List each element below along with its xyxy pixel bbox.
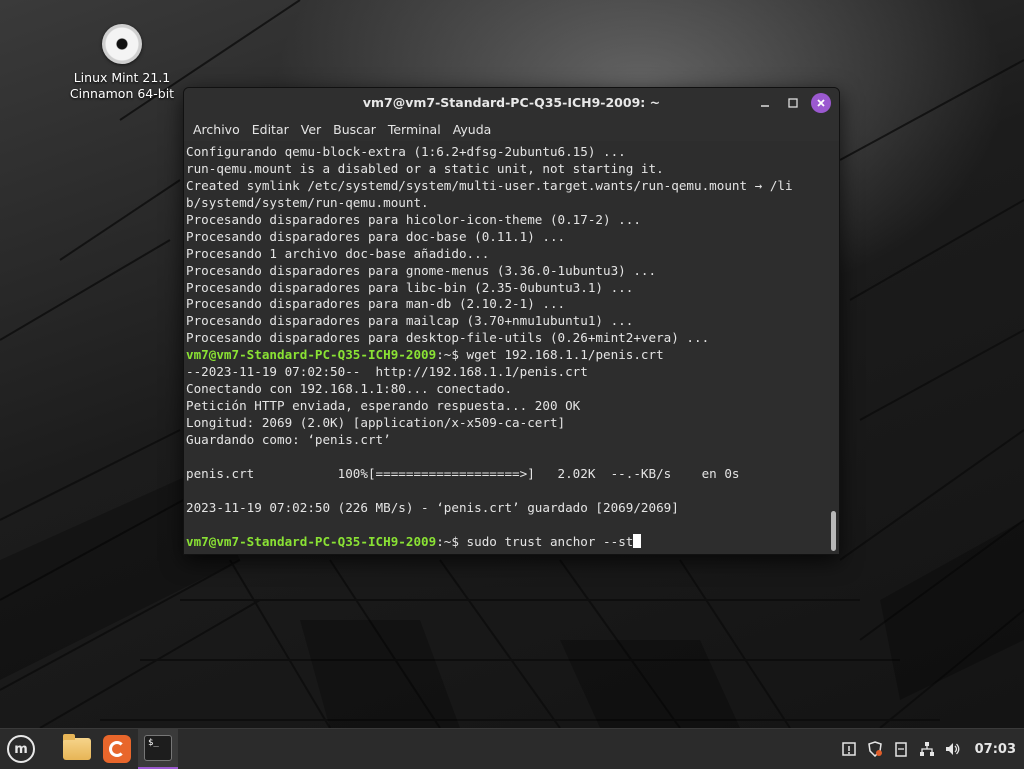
clipboard-icon[interactable] [891, 739, 911, 759]
files-launcher[interactable] [60, 732, 94, 766]
shell-prompt: vm7@vm7-Standard-PC-Q35-ICH9-2009 [186, 347, 437, 363]
terminal-line: Procesando disparadores para gnome-menus… [186, 262, 657, 278]
firefox-launcher[interactable] [100, 732, 134, 766]
terminal-line: Created symlink /etc/systemd/system/mult… [186, 177, 793, 193]
text-cursor [633, 533, 642, 548]
clock[interactable]: 07:03 [975, 742, 1016, 757]
terminal-line: Configurando qemu-block-extra (1:6.2+dfs… [186, 144, 626, 159]
update-shield-icon[interactable] [865, 739, 885, 759]
terminal-line: run-qemu.mount is a disabled or a static… [186, 160, 664, 176]
terminal-line: Procesando disparadores para libc-bin (2… [186, 279, 634, 295]
menu-bar: Archivo Editar Ver Buscar Terminal Ayuda [184, 117, 839, 141]
terminal-line: Procesando disparadores para doc-base (0… [186, 228, 566, 244]
terminal-line: b/systemd/system/run-qemu.mount. [186, 194, 429, 210]
menu-archivo[interactable]: Archivo [188, 122, 245, 137]
linux-mint-logo-icon: m [7, 735, 35, 763]
disc-icon [102, 24, 142, 64]
desktop-icon-label-line1: Linux Mint 21.1 [73, 70, 171, 85]
terminal-line: Procesando disparadores para desktop-fil… [186, 330, 710, 346]
terminal-line: Procesando disparadores para man-db (2.1… [186, 296, 566, 312]
volume-icon[interactable] [943, 739, 963, 759]
terminal-line: vm7@vm7-Standard-PC-Q35-ICH9-2009:~$ wge… [186, 347, 839, 364]
terminal-task-button[interactable]: $_ [138, 729, 178, 769]
shell-command: :~$ wget 192.168.1.1/penis.crt [436, 347, 664, 363]
desktop-icon-label-line2: Cinnamon 64-bit [69, 86, 175, 101]
terminal-line: Guardando como: ‘penis.crt’ [186, 431, 391, 447]
terminal-line: vm7@vm7-Standard-PC-Q35-ICH9-2009:~$ sud… [186, 533, 839, 551]
close-button[interactable] [811, 93, 831, 113]
system-tray: 07:03 [839, 729, 1024, 769]
firefox-icon [103, 735, 131, 763]
terminal-line: Procesando disparadores para mailcap (3.… [186, 313, 634, 329]
terminal-line: Procesando 1 archivo doc-base añadido... [186, 245, 490, 261]
folder-icon [63, 734, 91, 760]
terminal-line: --2023-11-19 07:02:50-- http://192.168.1… [186, 364, 588, 380]
terminal-line: Conectando con 192.168.1.1:80... conecta… [186, 381, 513, 397]
menu-ayuda[interactable]: Ayuda [448, 122, 497, 137]
minimize-button[interactable] [755, 93, 775, 113]
desktop-icon-computer[interactable]: Linux Mint 21.1 Cinnamon 64-bit [60, 24, 184, 102]
terminal-line: 2023-11-19 07:02:50 (226 MB/s) - ‘penis.… [186, 499, 679, 515]
shell-command: :~$ sudo trust anchor --st [436, 533, 634, 549]
menu-editar[interactable]: Editar [247, 122, 294, 137]
window-title: vm7@vm7-Standard-PC-Q35-ICH9-2009: ~ [362, 95, 661, 110]
terminal-icon: $_ [144, 735, 172, 761]
close-icon [817, 99, 825, 107]
menu-button[interactable]: m [4, 732, 38, 766]
minimize-icon [761, 105, 769, 107]
window-titlebar[interactable]: vm7@vm7-Standard-PC-Q35-ICH9-2009: ~ [184, 88, 839, 117]
terminal-output[interactable]: Configurando qemu-block-extra (1:6.2+dfs… [184, 141, 839, 554]
terminal-scrollbar[interactable] [831, 511, 836, 551]
notifications-icon[interactable] [839, 739, 859, 759]
shell-prompt: vm7@vm7-Standard-PC-Q35-ICH9-2009 [186, 533, 437, 549]
maximize-icon [788, 98, 798, 108]
menu-buscar[interactable]: Buscar [328, 122, 381, 137]
terminal-window[interactable]: vm7@vm7-Standard-PC-Q35-ICH9-2009: ~ Arc… [183, 87, 840, 555]
maximize-button[interactable] [783, 93, 803, 113]
terminal-line: Longitud: 2069 (2.0K) [application/x-x50… [186, 415, 566, 430]
terminal-line: Petición HTTP enviada, esperando respues… [186, 398, 581, 414]
terminal-line: Procesando disparadores para hicolor-ico… [186, 211, 641, 227]
network-icon[interactable] [917, 739, 937, 759]
taskbar: m $_ 07:03 [0, 728, 1024, 769]
menu-terminal[interactable]: Terminal [383, 122, 446, 137]
menu-ver[interactable]: Ver [296, 122, 326, 137]
terminal-line: penis.crt 100%[===================>] 2.0… [186, 465, 740, 481]
